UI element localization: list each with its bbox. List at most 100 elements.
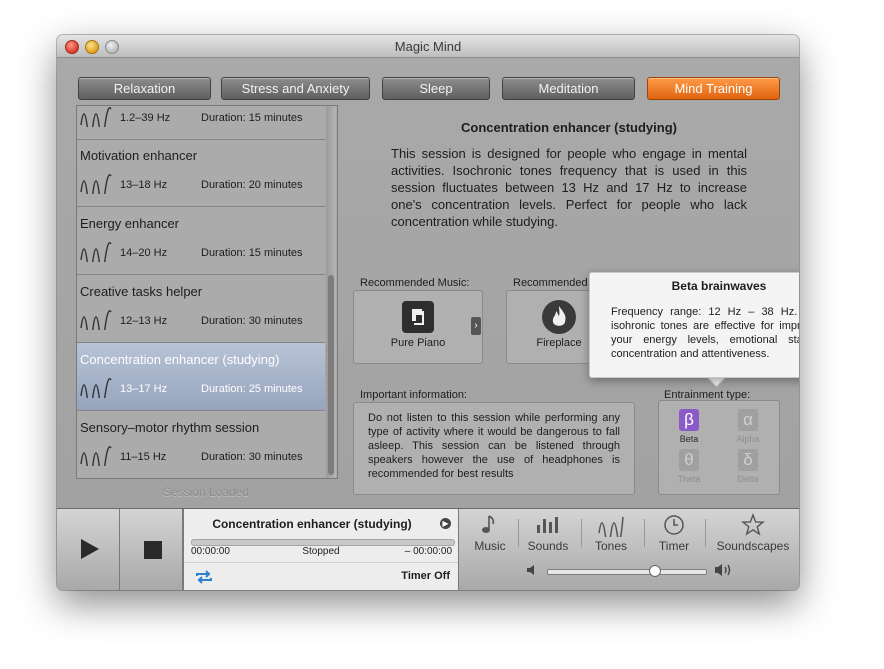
list-item[interactable]: Creative tasks helper 12–13 Hz Duration:… — [77, 275, 325, 343]
session-description: This session is designed for people who … — [391, 146, 747, 229]
now-playing-panel: Concentration enhancer (studying) ▶ 00:0… — [183, 509, 459, 590]
beta-tooltip: Beta brainwaves Frequency range: 12 Hz –… — [589, 272, 799, 378]
wave-icon — [80, 107, 112, 127]
session-duration: Duration: 15 minutes — [201, 112, 303, 124]
now-playing-title: Concentration enhancer (studying) — [212, 517, 412, 531]
toolbar-separator — [581, 519, 582, 547]
alpha-symbol: α — [743, 410, 753, 429]
session-frequency: 13–18 Hz — [120, 179, 168, 191]
app-window: Magic Mind Relaxation Stress and Anxiety… — [57, 35, 799, 590]
session-name: Creative tasks helper — [80, 284, 203, 299]
list-item[interactable]: Motivation enhancer 13–18 Hz Duration: 2… — [77, 139, 325, 207]
session-list[interactable]: 1.2–39 Hz Duration: 15 minutes Motivatio… — [76, 105, 338, 479]
toolbar-separator — [705, 519, 706, 547]
tab-relaxation[interactable]: Relaxation — [78, 77, 211, 100]
entrainment-box: β Beta α Alpha θ Theta δ Delta — [658, 400, 780, 495]
wave-icon — [80, 174, 112, 194]
piano-icon[interactable] — [402, 301, 434, 333]
repeat-icon[interactable] — [194, 570, 214, 584]
stop-button[interactable] — [120, 509, 183, 590]
remaining-time: – 00:00:00 — [404, 546, 452, 557]
timer-button[interactable]: Timer — [651, 513, 697, 557]
session-name: Energy enhancer — [80, 216, 180, 231]
sounds-label: Sounds — [527, 539, 569, 553]
fireplace-icon[interactable] — [542, 300, 576, 334]
important-info-box: Do not listen to this session while perf… — [353, 402, 635, 495]
tones-button[interactable]: Tones — [587, 513, 635, 557]
session-title: Concentration enhancer (studying) — [461, 120, 677, 135]
beta-symbol: β — [684, 410, 694, 429]
session-name: Concentration enhancer (studying) — [80, 352, 280, 367]
recommended-music-name: Pure Piano — [390, 337, 446, 349]
timer-label: Timer — [658, 539, 690, 553]
wave-icon — [80, 310, 112, 330]
tooltip-body: Frequency range: 12 Hz – 38 Hz. Beta iso… — [611, 306, 799, 360]
tab-mind-training[interactable]: Mind Training — [647, 77, 780, 100]
progress-bar[interactable] — [191, 539, 455, 546]
session-frequency: 14–20 Hz — [120, 247, 168, 259]
tab-stress-and-anxiety[interactable]: Stress and Anxiety — [221, 77, 370, 100]
list-item[interactable]: 1.2–39 Hz Duration: 15 minutes — [77, 106, 325, 140]
session-duration: Duration: 30 minutes — [201, 451, 303, 463]
sounds-button[interactable]: Sounds — [524, 513, 572, 557]
window-title: Magic Mind — [394, 39, 462, 54]
session-frequency: 1.2–39 Hz — [120, 112, 171, 124]
important-info-text: Do not listen to this session while perf… — [368, 412, 620, 480]
volume-high-icon[interactable] — [713, 562, 733, 578]
star-icon — [741, 513, 765, 536]
soundscapes-button[interactable]: Soundscapes — [713, 513, 793, 557]
music-label: Music — [474, 539, 506, 553]
beta-icon[interactable]: β — [679, 409, 699, 431]
session-duration: Duration: 30 minutes — [201, 315, 303, 327]
session-name: Motivation enhancer — [80, 148, 198, 163]
timer-status: Timer Off — [401, 570, 450, 582]
delta-symbol: δ — [743, 450, 753, 469]
theta-symbol: θ — [684, 450, 694, 469]
recommended-music-box: Pure Piano — [353, 290, 483, 364]
wave-icon — [598, 516, 624, 537]
arrow-right-circle-icon[interactable]: ▶ — [440, 518, 451, 529]
player-bar: Concentration enhancer (studying) ▶ 00:0… — [57, 508, 799, 590]
chevron-right-icon[interactable]: › — [471, 317, 481, 335]
play-button[interactable] — [57, 509, 120, 590]
important-info-label: Important information: — [360, 389, 467, 401]
divider — [184, 562, 458, 563]
alpha-icon[interactable]: α — [738, 409, 758, 431]
session-frequency: 11–15 Hz — [120, 451, 167, 463]
sound-bars-icon — [537, 517, 558, 533]
delta-label: Delta — [737, 474, 759, 484]
session-name: Sensory–motor rhythm session — [80, 420, 260, 435]
music-note-icon — [482, 515, 495, 533]
volume-low-icon[interactable] — [525, 563, 539, 577]
scrollbar-thumb[interactable] — [328, 275, 334, 475]
music-button[interactable]: Music — [468, 513, 512, 557]
tab-sleep[interactable]: Sleep — [382, 77, 490, 100]
alpha-label: Alpha — [736, 434, 760, 444]
theta-icon[interactable]: θ — [679, 449, 699, 471]
title-bar: Magic Mind — [57, 35, 799, 58]
list-item[interactable]: Energy enhancer 14–20 Hz Duration: 15 mi… — [77, 207, 325, 275]
recommended-music-label: Recommended Music: — [360, 277, 470, 289]
beta-label: Beta — [679, 434, 699, 444]
stop-icon — [144, 541, 162, 559]
session-duration: Duration: 20 minutes — [201, 179, 303, 191]
tab-meditation[interactable]: Meditation — [502, 77, 635, 100]
wave-icon — [80, 242, 112, 262]
soundscapes-label: Soundscapes — [716, 539, 790, 553]
clock-icon — [664, 515, 684, 535]
wave-icon — [80, 446, 112, 466]
wave-icon — [80, 378, 112, 398]
session-duration: Duration: 15 minutes — [201, 247, 303, 259]
list-item[interactable]: Sensory–motor rhythm session 11–15 Hz Du… — [77, 411, 325, 478]
volume-slider[interactable] — [547, 569, 707, 575]
volume-slider-knob[interactable] — [649, 565, 661, 577]
list-item-selected[interactable]: Concentration enhancer (studying) 13–17 … — [77, 343, 325, 411]
theta-label: Theta — [677, 474, 701, 484]
play-icon — [81, 539, 99, 559]
tones-label: Tones — [594, 539, 628, 553]
session-duration: Duration: 25 minutes — [201, 383, 303, 395]
toolbar-separator — [644, 519, 645, 547]
delta-icon[interactable]: δ — [738, 449, 758, 471]
toolbar-separator — [518, 519, 519, 547]
tooltip-title: Beta brainwaves — [671, 279, 767, 293]
